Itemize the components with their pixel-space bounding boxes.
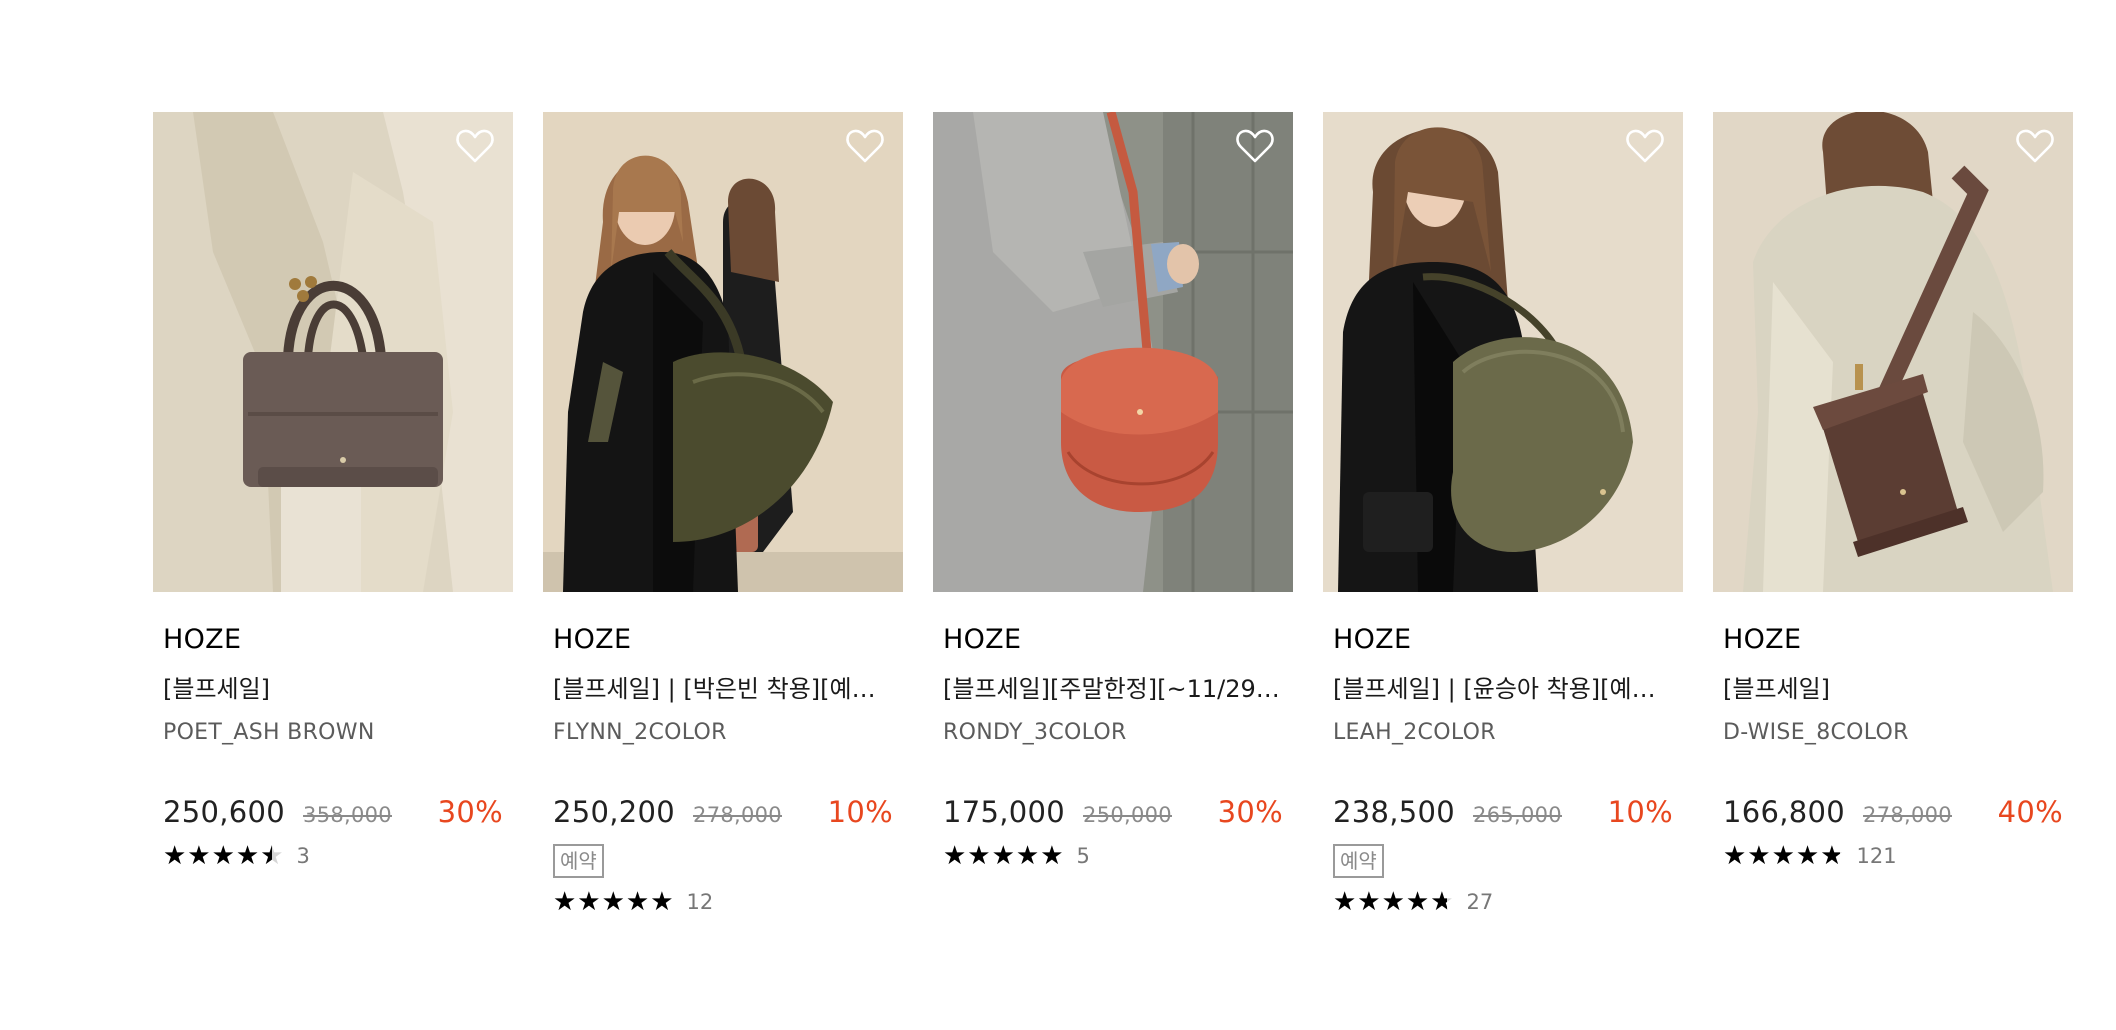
review-count: 3: [296, 844, 310, 868]
original-price: 358,000: [303, 803, 392, 827]
product-image[interactable]: [1713, 112, 2073, 592]
product-card[interactable]: HOZE [블프세일] POET_ASH BROWN 250,600 358,00…: [153, 112, 513, 874]
star-rating-icon: ★★★★★★★★★★: [553, 887, 675, 917]
original-price: 265,000: [1473, 803, 1562, 827]
product-name[interactable]: POET_ASH BROWN: [163, 718, 503, 748]
original-price: 278,000: [1863, 803, 1952, 827]
product-promo-title[interactable]: [블프세일] | [윤승아 착용][예약배송]: [1333, 672, 1673, 706]
review-count: 27: [1466, 890, 1494, 914]
product-promo-title[interactable]: [블프세일][주말한정][~11/29까지]: [943, 672, 1283, 706]
sale-price: 250,600: [163, 795, 286, 829]
rating: ★★★★★ ★★★★★ 5: [943, 838, 1283, 874]
product-name[interactable]: LEAH_2COLOR: [1333, 718, 1673, 748]
product-image[interactable]: [933, 112, 1293, 592]
sale-price: 175,000: [943, 795, 1066, 829]
product-card[interactable]: HOZE [블프세일] D-WISE_8COLOR 166,800 278,000…: [1713, 112, 2073, 874]
product-brand[interactable]: HOZE: [1723, 624, 2063, 656]
discount-rate: 40%: [1997, 795, 2063, 829]
discount-rate: 30%: [1217, 795, 1283, 829]
heart-outline-icon[interactable]: [845, 126, 885, 166]
product-photo: [543, 112, 903, 592]
product-name[interactable]: FLYNN_2COLOR: [553, 718, 893, 748]
product-card[interactable]: HOZE [블프세일] | [박은빈 착용][예약배송] FLYNN_2COLO…: [543, 112, 903, 920]
review-count: 5: [1076, 844, 1090, 868]
discount-rate: 30%: [437, 795, 503, 829]
discount-rate: 10%: [1607, 795, 1673, 829]
star-rating-icon: ★★★★★★★★★★: [163, 841, 285, 871]
heart-outline-icon[interactable]: [1235, 126, 1275, 166]
rating: ★★★★★★★★★★ 3: [163, 838, 503, 874]
price-row: 250,600 358,000 30%: [163, 792, 503, 832]
price-row: 175,000 250,000 30%: [943, 792, 1283, 832]
product-brand[interactable]: HOZE: [1333, 624, 1673, 656]
product-name[interactable]: D-WISE_8COLOR: [1723, 718, 2063, 748]
original-price: 278,000: [693, 803, 782, 827]
product-promo-title[interactable]: [블프세일]: [1723, 672, 2063, 706]
product-brand[interactable]: HOZE: [553, 624, 893, 656]
product-card[interactable]: HOZE [블프세일][주말한정][~11/29까지] RONDY_3COLOR…: [933, 112, 1293, 874]
preorder-badge: 예약: [553, 844, 604, 878]
product-image[interactable]: [153, 112, 513, 592]
product-brand[interactable]: HOZE: [163, 624, 503, 656]
heart-outline-icon[interactable]: [455, 126, 495, 166]
product-grid: HOZE [블프세일] POET_ASH BROWN 250,600 358,00…: [153, 112, 2088, 1012]
heart-outline-icon[interactable]: [2015, 126, 2055, 166]
product-photo: [153, 112, 513, 592]
product-name[interactable]: RONDY_3COLOR: [943, 718, 1283, 748]
product-brand[interactable]: HOZE: [943, 624, 1283, 656]
review-count: 12: [686, 890, 714, 914]
price-row: 166,800 278,000 40%: [1723, 792, 2063, 832]
rating: ★★★★★ ★★★★★ 27: [1333, 884, 1673, 920]
star-rating-icon: ★★★★★★★★★★: [943, 841, 1065, 871]
sale-price: 238,500: [1333, 795, 1456, 829]
product-promo-title[interactable]: [블프세일]: [163, 672, 503, 706]
product-photo: [933, 112, 1293, 592]
product-image[interactable]: [543, 112, 903, 592]
heart-outline-icon[interactable]: [1625, 126, 1665, 166]
price-row: 238,500 265,000 10%: [1333, 792, 1673, 832]
preorder-badge: 예약: [1333, 844, 1384, 878]
product-photo: [1323, 112, 1683, 592]
original-price: 250,000: [1083, 803, 1172, 827]
rating: ★★★★★ ★★★★★ 121: [1723, 838, 2063, 874]
rating: ★★★★★ ★★★★★ 12: [553, 884, 893, 920]
discount-rate: 10%: [827, 795, 893, 829]
star-rating-icon: ★★★★★★★★★★: [1333, 887, 1455, 917]
product-image[interactable]: [1323, 112, 1683, 592]
sale-price: 250,200: [553, 795, 676, 829]
review-count: 121: [1856, 844, 1897, 868]
product-photo: [1713, 112, 2073, 592]
star-rating-icon: ★★★★★★★★★★: [1723, 841, 1845, 871]
sale-price: 166,800: [1723, 795, 1846, 829]
product-card[interactable]: HOZE [블프세일] | [윤승아 착용][예약배송] LEAH_2COLOR…: [1323, 112, 1683, 920]
price-row: 250,200 278,000 10%: [553, 792, 893, 832]
product-promo-title[interactable]: [블프세일] | [박은빈 착용][예약배송]: [553, 672, 893, 706]
